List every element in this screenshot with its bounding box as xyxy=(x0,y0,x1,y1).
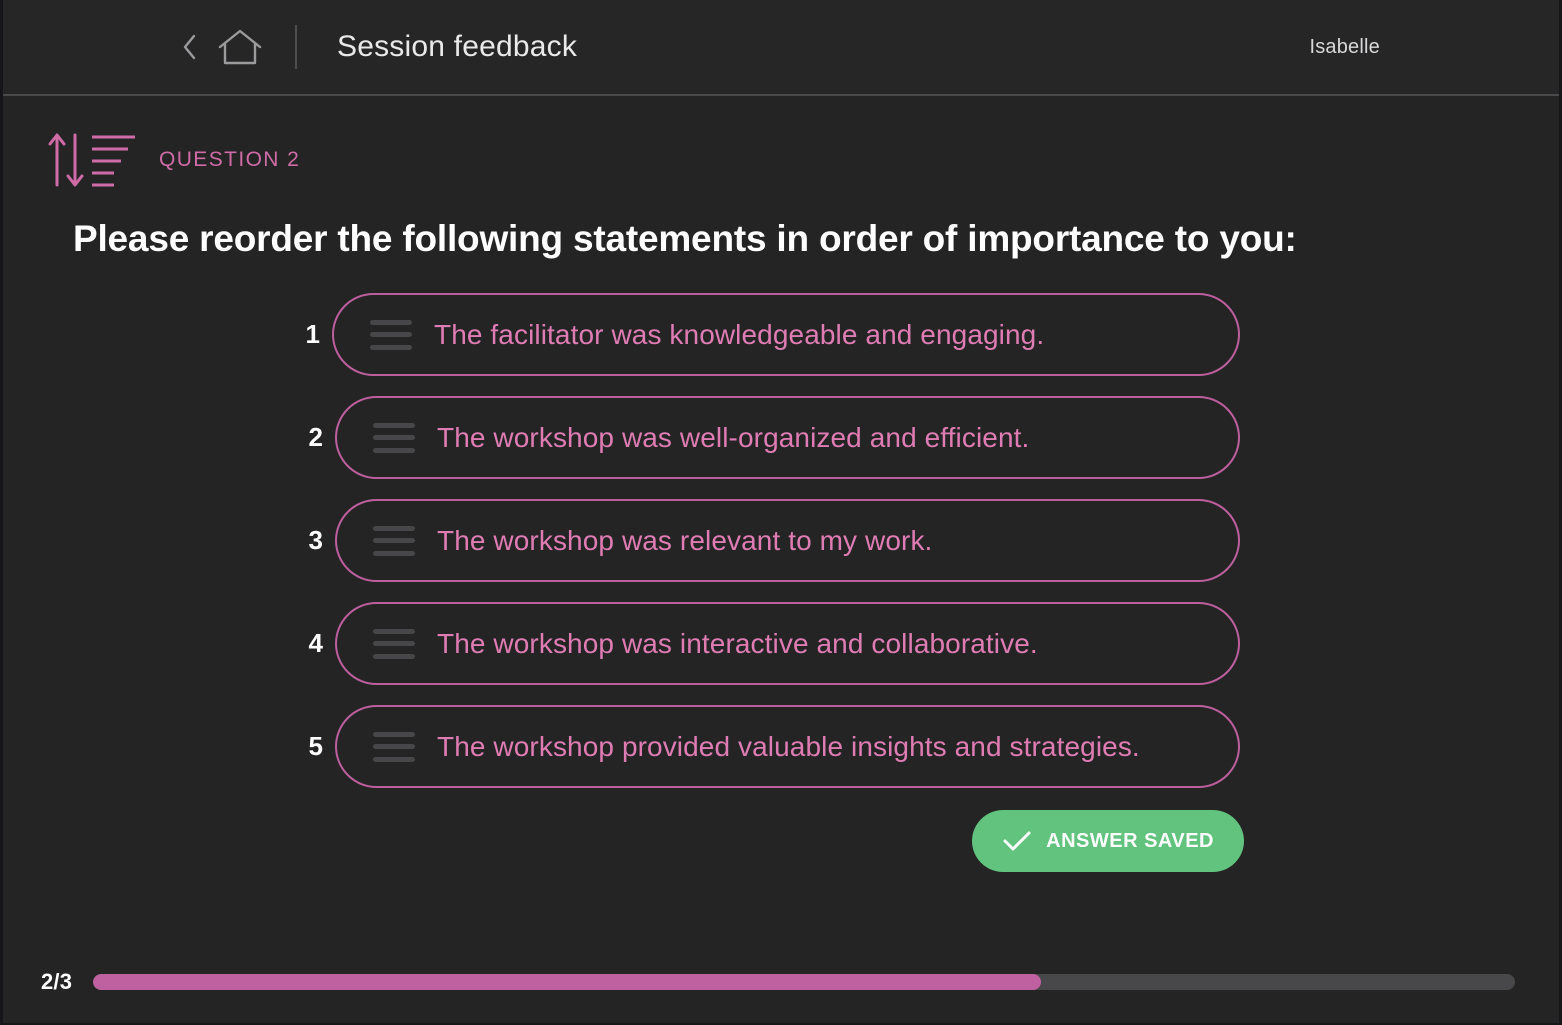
drag-handle-icon[interactable] xyxy=(373,628,415,659)
question-label: QUESTION 2 xyxy=(159,148,301,171)
header-divider xyxy=(295,25,297,69)
nav-group: Session feedback xyxy=(181,25,577,69)
item-rank: 3 xyxy=(308,525,323,555)
reorder-item: 3 The workshop was relevant to my work. xyxy=(3,499,1559,582)
top-bar: Session feedback Isabelle xyxy=(3,0,1559,96)
reorder-item-pill[interactable]: The workshop was well-organized and effi… xyxy=(335,396,1240,479)
drag-handle-icon[interactable] xyxy=(373,525,415,556)
chevron-left-icon xyxy=(183,34,196,60)
check-icon xyxy=(1002,829,1032,853)
drag-handle-icon[interactable] xyxy=(373,731,415,762)
back-button[interactable] xyxy=(181,32,199,62)
reorder-item-pill[interactable]: The workshop was relevant to my work. xyxy=(335,499,1240,582)
progress-label: 2/3 xyxy=(41,969,73,994)
item-rank: 5 xyxy=(308,731,323,761)
item-text: The workshop was relevant to my work. xyxy=(437,524,933,556)
answer-saved-label: ANSWER SAVED xyxy=(1046,829,1214,852)
sort-reorder-icon xyxy=(48,133,135,187)
reorder-item: 5 The workshop provided valuable insight… xyxy=(3,705,1559,788)
item-text: The workshop was well-organized and effi… xyxy=(437,421,1030,453)
reorder-item: 2 The workshop was well-organized and ef… xyxy=(3,396,1559,479)
page-title: Session feedback xyxy=(337,30,578,63)
app-window: Session feedback Isabelle QUESTION 2 Ple… xyxy=(0,0,1562,1025)
saved-button-wrap: ANSWER SAVED xyxy=(3,810,1559,872)
reorder-item-pill[interactable]: The workshop was interactive and collabo… xyxy=(335,602,1240,685)
progress-row: 2/3 xyxy=(3,969,1559,995)
reorder-item-pill[interactable]: The workshop provided valuable insights … xyxy=(335,705,1240,788)
item-rank: 2 xyxy=(308,422,323,452)
drag-handle-icon[interactable] xyxy=(370,319,412,350)
reorder-item-pill[interactable]: The facilitator was knowledgeable and en… xyxy=(332,293,1240,376)
home-button[interactable] xyxy=(217,28,263,66)
answer-saved-button[interactable]: ANSWER SAVED xyxy=(972,810,1244,872)
user-name[interactable]: Isabelle xyxy=(1309,36,1380,59)
reorder-item: 1 The facilitator was knowledgeable and … xyxy=(3,293,1559,376)
progress-fill xyxy=(93,974,1042,990)
reorder-item: 4 The workshop was interactive and colla… xyxy=(3,602,1559,685)
question-body: QUESTION 2 Please reorder the following … xyxy=(3,96,1559,1023)
item-text: The workshop provided valuable insights … xyxy=(437,730,1140,762)
progress-track xyxy=(93,974,1515,990)
home-icon xyxy=(218,29,262,65)
question-header: QUESTION 2 xyxy=(45,129,1559,191)
reorder-list: 1 The facilitator was knowledgeable and … xyxy=(3,293,1559,788)
item-text: The workshop was interactive and collabo… xyxy=(437,627,1038,659)
item-rank: 1 xyxy=(305,319,320,349)
question-prompt: Please reorder the following statements … xyxy=(73,218,1297,259)
drag-handle-icon[interactable] xyxy=(373,422,415,453)
item-rank: 4 xyxy=(308,628,323,658)
item-text: The facilitator was knowledgeable and en… xyxy=(434,318,1045,350)
